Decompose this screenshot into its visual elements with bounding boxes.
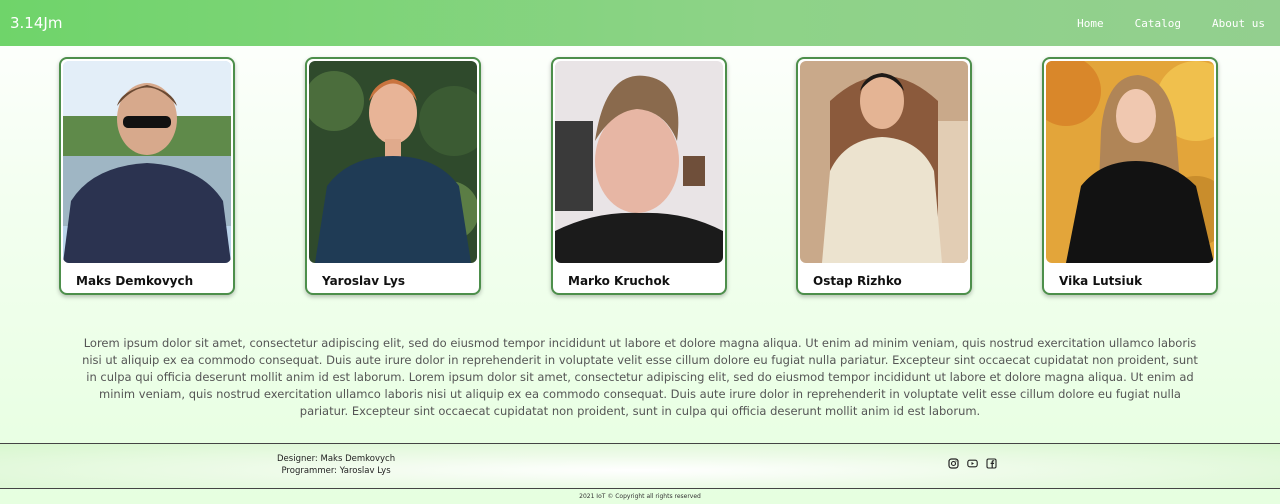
card-name: Marko Kruchok — [568, 274, 670, 288]
copyright: 2021 IoT © Copyright all rights reserved — [579, 493, 701, 500]
facebook-icon[interactable] — [986, 458, 997, 469]
team-card: Marko Kruchok — [551, 57, 727, 295]
instagram-icon[interactable] — [948, 458, 959, 469]
nav-link-catalog[interactable]: Catalog — [1135, 17, 1181, 30]
person-photo — [555, 61, 723, 263]
team-card: Maks Demkovych — [59, 57, 235, 295]
card-name: Yaroslav Lys — [322, 274, 405, 288]
navbar: 3.14Jm Home Catalog About us — [0, 0, 1280, 46]
team-card: Yaroslav Lys — [305, 57, 481, 295]
person-photo — [1046, 61, 1214, 263]
credits: Designer: Maks Demkovych Programmer: Yar… — [277, 453, 395, 477]
team-cards: Maks Demkovych Yaroslav Lys Marko Krucho… — [0, 57, 1280, 299]
programmer-credit: Programmer: Yaroslav Lys — [281, 466, 391, 476]
nav-links: Home Catalog About us — [1046, 0, 1280, 46]
card-name: Ostap Rizhko — [813, 274, 902, 288]
team-card: Ostap Rizhko — [796, 57, 972, 295]
card-name: Vika Lutsiuk — [1059, 274, 1143, 288]
person-photo — [309, 61, 477, 263]
social-links — [948, 458, 1005, 469]
nav-link-about-us[interactable]: About us — [1212, 17, 1265, 30]
brand-logo[interactable]: 3.14Jm — [10, 14, 62, 32]
youtube-icon[interactable] — [967, 458, 978, 469]
designer-credit: Designer: Maks Demkovych — [277, 454, 396, 464]
person-photo — [800, 61, 968, 263]
person-photo — [63, 61, 231, 263]
team-card: Vika Lutsiuk — [1042, 57, 1218, 295]
footer: Designer: Maks Demkovych Programmer: Yar… — [0, 443, 1280, 489]
about-text: Lorem ipsum dolor sit amet, consectetur … — [82, 336, 1198, 418]
nav-link-home[interactable]: Home — [1077, 17, 1104, 30]
card-name: Maks Demkovych — [76, 274, 194, 288]
